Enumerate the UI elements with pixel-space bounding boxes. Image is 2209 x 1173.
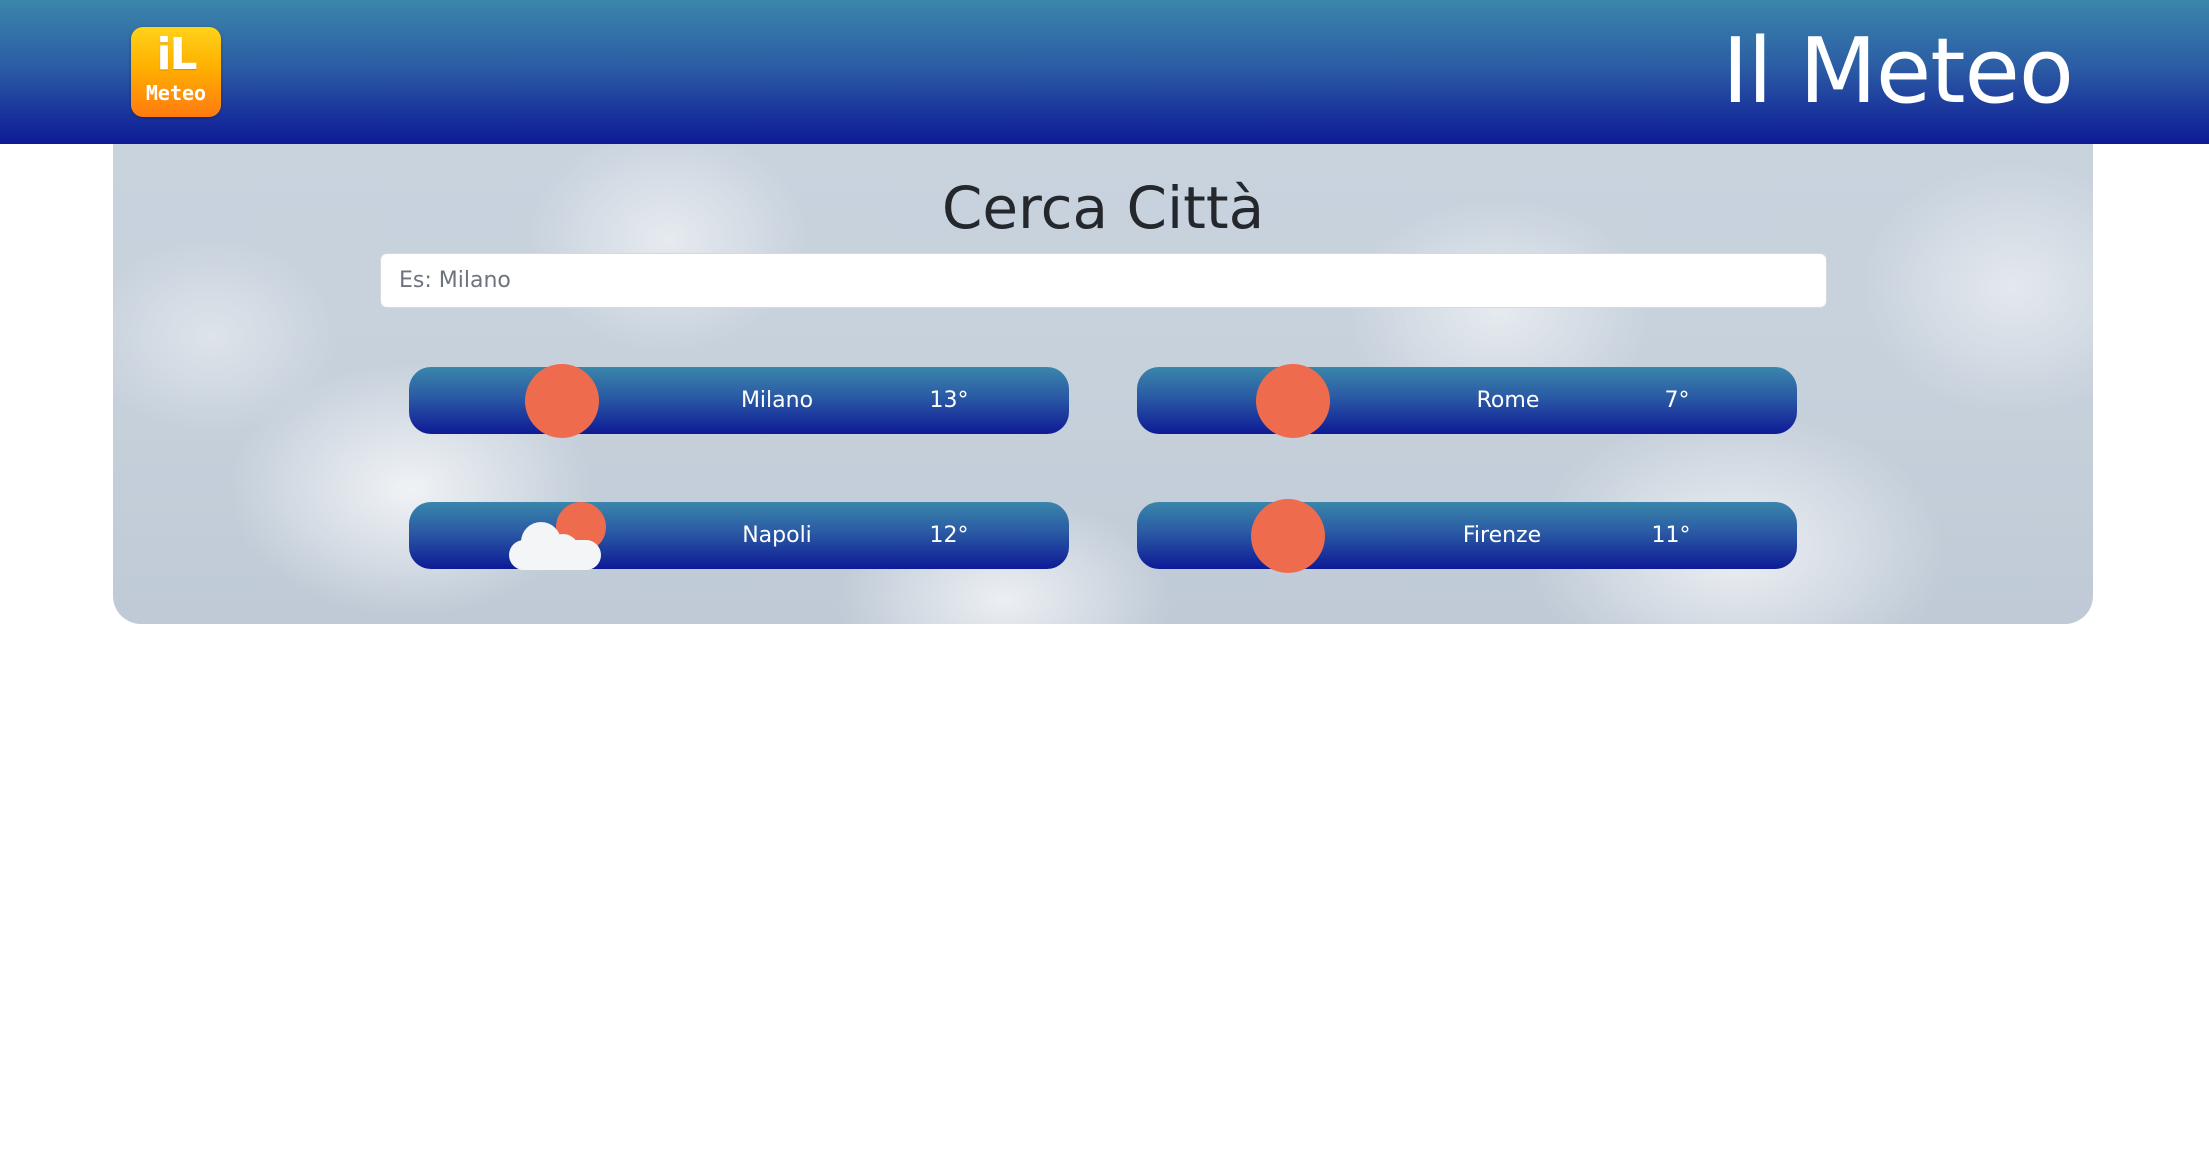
city-temperature: 7° [1664,388,1690,413]
site-title: Il Meteo [1722,19,2074,124]
city-temperature: 12° [929,523,969,548]
app-logo[interactable]: iL Meteo [131,27,221,117]
sun-icon [1251,499,1325,573]
city-card-rome[interactable]: Rome 7° [1137,364,1797,438]
city-search-input[interactable] [380,253,1827,308]
site-header: iL Meteo Il Meteo [0,0,2209,144]
search-title: Cerca Città [941,174,1265,242]
sun-icon [525,364,599,438]
sun-icon [1256,364,1330,438]
city-name: Firenze [1462,523,1542,548]
city-card-milano[interactable]: Milano 13° [409,364,1069,438]
partly-cloudy-icon [509,500,609,574]
logo-text: Meteo [145,81,207,105]
city-name: Rome [1476,388,1540,413]
city-temperature: 11° [1651,523,1691,548]
city-name: Milano [740,388,814,413]
city-name: Napoli [742,523,812,548]
search-panel: Cerca Città Milano 13° Rome 7° Napoli 12… [113,144,2093,624]
city-card-firenze[interactable]: Firenze 11° [1137,499,1797,573]
city-card-napoli[interactable]: Napoli 12° [409,502,1069,570]
logo-mark: iL [156,29,197,80]
city-temperature: 13° [929,388,969,413]
